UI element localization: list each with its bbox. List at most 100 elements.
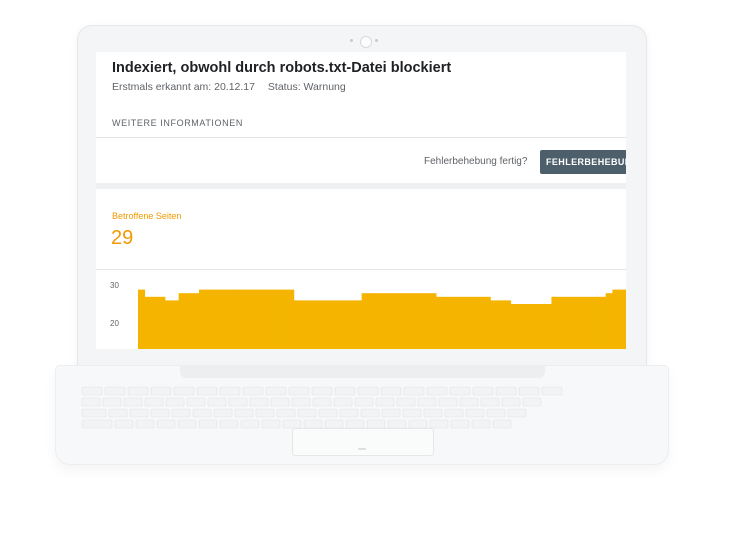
chart-bar bbox=[558, 296, 566, 349]
keyboard-key bbox=[396, 397, 416, 407]
keyboard-key bbox=[282, 419, 302, 429]
chart-bar bbox=[361, 293, 369, 349]
chart-bar bbox=[483, 296, 491, 349]
sensor-dot-left bbox=[350, 39, 353, 42]
issue-title: Indexiert, obwohl durch robots.txt-Datei… bbox=[112, 60, 452, 76]
keyboard-key bbox=[240, 419, 260, 429]
keyboard-key bbox=[102, 397, 122, 407]
keyboard-key bbox=[380, 386, 402, 396]
chart-bar bbox=[171, 300, 179, 349]
chart-bar bbox=[402, 293, 410, 349]
keyboard-key bbox=[518, 386, 540, 396]
chart-bar bbox=[619, 289, 626, 349]
chart-bar bbox=[158, 296, 166, 349]
chart-bar bbox=[490, 300, 498, 349]
chart-bar bbox=[612, 289, 620, 349]
laptop-screen: Indexiert, obwohl durch robots.txt-Datei… bbox=[96, 52, 626, 349]
keyboard-key bbox=[444, 408, 464, 418]
keyboard bbox=[81, 386, 563, 429]
keyboard-key bbox=[270, 397, 290, 407]
keyboard-key bbox=[471, 419, 491, 429]
keyboard-key bbox=[311, 386, 333, 396]
chart-bar bbox=[226, 289, 234, 349]
section-separator bbox=[96, 183, 626, 189]
chart-bar bbox=[368, 293, 376, 349]
camera-icon bbox=[360, 36, 372, 48]
keyboard-key bbox=[450, 419, 470, 429]
keyboard-key bbox=[486, 408, 506, 418]
chart-bar bbox=[348, 300, 356, 349]
keyboard-key bbox=[459, 397, 479, 407]
keyboard-key bbox=[465, 408, 485, 418]
keyboard-key bbox=[81, 397, 101, 407]
keyboard-key bbox=[480, 397, 500, 407]
keyboard-key bbox=[127, 386, 149, 396]
keyboard-key bbox=[114, 419, 134, 429]
chart-bar bbox=[429, 293, 437, 349]
keyboard-key bbox=[171, 408, 191, 418]
chart-bar bbox=[476, 296, 484, 349]
keyboard-key bbox=[291, 397, 311, 407]
chart-bar bbox=[578, 296, 586, 349]
chart-bar bbox=[219, 289, 227, 349]
sensor-dot-right bbox=[375, 39, 378, 42]
fix-validation-button[interactable]: FEHLERBEHEBUNG bbox=[540, 150, 626, 174]
indicator-led bbox=[358, 448, 366, 450]
keyboard-key bbox=[408, 419, 428, 429]
keyboard-key bbox=[501, 397, 521, 407]
chart-bar bbox=[178, 293, 186, 349]
keyboard-key bbox=[288, 386, 310, 396]
keyboard-key bbox=[108, 408, 128, 418]
chart-bar bbox=[151, 296, 159, 349]
keyboard-key bbox=[318, 408, 338, 418]
more-info-link[interactable]: WEITERE INFORMATIONEN bbox=[112, 118, 243, 128]
chart-bar bbox=[287, 289, 295, 349]
chart-bar bbox=[212, 289, 220, 349]
keyboard-key bbox=[403, 386, 425, 396]
keyboard-key bbox=[123, 397, 143, 407]
first-detected-text: Erstmals erkannt am: 20.12.17 bbox=[112, 81, 255, 93]
keyboard-key bbox=[417, 397, 437, 407]
keyboard-key bbox=[522, 397, 542, 407]
keyboard-key bbox=[357, 386, 379, 396]
affected-pages-chart: 30 20 bbox=[110, 281, 626, 349]
keyboard-key bbox=[265, 386, 287, 396]
chart-bar bbox=[565, 296, 573, 349]
chart-bar bbox=[388, 293, 396, 349]
keyboard-key bbox=[135, 419, 155, 429]
keyboard-key bbox=[507, 408, 527, 418]
chart-bar bbox=[422, 293, 430, 349]
chart-bar bbox=[382, 293, 390, 349]
keyboard-key bbox=[334, 386, 356, 396]
keyboard-key bbox=[402, 408, 422, 418]
chart-bar bbox=[395, 293, 403, 349]
keyboard-key bbox=[255, 408, 275, 418]
chart-bar bbox=[341, 300, 349, 349]
keyboard-key bbox=[472, 386, 494, 396]
chart-bar bbox=[551, 296, 559, 349]
keyboard-key bbox=[261, 419, 281, 429]
chart-bar bbox=[253, 289, 261, 349]
chart-bar bbox=[185, 293, 193, 349]
chart-bar bbox=[598, 296, 606, 349]
keyboard-key bbox=[196, 386, 218, 396]
chart-bar bbox=[592, 296, 600, 349]
keyboard-key bbox=[156, 419, 176, 429]
y-tick-label: 20 bbox=[110, 319, 119, 328]
keyboard-key bbox=[354, 397, 374, 407]
keyboard-key bbox=[303, 419, 323, 429]
chart-bar bbox=[449, 296, 457, 349]
chart-bar bbox=[144, 296, 152, 349]
keyboard-key bbox=[104, 386, 126, 396]
chart-bar bbox=[510, 304, 518, 349]
chart-bar bbox=[443, 296, 451, 349]
keyboard-key bbox=[228, 397, 248, 407]
chart-bar bbox=[497, 300, 505, 349]
keyboard-key bbox=[242, 386, 264, 396]
trackpad bbox=[292, 428, 434, 456]
chart-bar bbox=[531, 304, 539, 349]
chart-bar bbox=[334, 300, 342, 349]
keyboard-key bbox=[177, 419, 197, 429]
chart-bar bbox=[415, 293, 423, 349]
chart-bar bbox=[456, 296, 464, 349]
